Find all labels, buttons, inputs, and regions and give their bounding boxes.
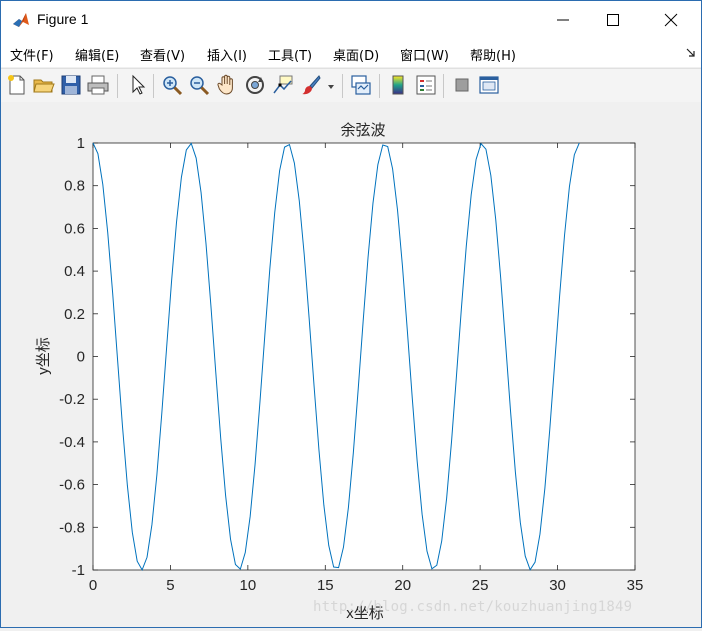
x-tick-label: 30 xyxy=(549,577,566,594)
x-tick-label: 35 xyxy=(627,577,644,594)
y-axis-label: y坐标 xyxy=(35,337,52,375)
toolbar-separator xyxy=(117,74,118,98)
menu-desktop[interactable]: 桌面(D) xyxy=(333,45,379,64)
x-tick-label: 25 xyxy=(472,577,489,594)
insert-colorbar-icon[interactable] xyxy=(386,73,410,97)
zoom-out-icon[interactable] xyxy=(187,73,211,97)
new-figure-icon[interactable] xyxy=(5,73,29,97)
open-file-icon[interactable] xyxy=(32,73,56,97)
data-cursor-icon[interactable] xyxy=(271,73,295,97)
menu-help[interactable]: 帮助(H) xyxy=(470,45,516,64)
toolbar-separator xyxy=(342,74,343,98)
y-tick-label: -0.2 xyxy=(59,391,85,408)
rotate-3d-icon[interactable] xyxy=(243,73,267,97)
x-tick-label: 10 xyxy=(240,577,257,594)
figure-canvas[interactable]: 余弦波 0 5 10 15 20 25 30 35 1 0.8 0.6 0.4 0.2 0 -0.2 -0.… xyxy=(1,102,701,627)
x-tick-label: 0 xyxy=(89,577,97,594)
figure-window: Figure 1 文件(F) 编辑(E) 查看(V) 插入(I) 工具(T) 桌… xyxy=(0,0,702,628)
minimize-button[interactable] xyxy=(540,1,586,39)
minimize-icon xyxy=(557,19,569,21)
y-tick-label: -1 xyxy=(72,562,85,579)
hide-plot-tools-icon[interactable] xyxy=(450,73,474,97)
menu-insert[interactable]: 插入(I) xyxy=(207,45,247,64)
watermark-text: http://blog.csdn.net/kouzhuanjing1849 xyxy=(313,599,633,615)
toolbar-separator xyxy=(443,74,444,98)
y-tick-label: -0.4 xyxy=(59,434,85,451)
save-icon[interactable] xyxy=(59,73,83,97)
toolbar-separator xyxy=(153,74,154,98)
menu-edit[interactable]: 编辑(E) xyxy=(75,45,119,64)
y-tick-labels: 1 0.8 0.6 0.4 0.2 0 -0.2 -0.4 -0.6 -0.8 -1 xyxy=(59,135,85,579)
y-tick-label: 0.2 xyxy=(64,306,85,323)
x-tick-label: 15 xyxy=(317,577,334,594)
plot-svg[interactable]: 余弦波 0 5 10 15 20 25 30 35 1 0.8 0.6 0.4 0.2 0 -0.2 -0.… xyxy=(1,102,701,627)
dock-arrow-icon[interactable] xyxy=(686,48,696,58)
maximize-icon xyxy=(607,14,619,26)
x-tick-label: 5 xyxy=(166,577,174,594)
menu-tools[interactable]: 工具(T) xyxy=(268,45,312,64)
menu-view[interactable]: 查看(V) xyxy=(140,45,185,64)
maximize-button[interactable] xyxy=(590,1,636,39)
close-icon xyxy=(664,13,678,27)
figure-toolbar xyxy=(1,68,701,103)
chart-title: 余弦波 xyxy=(340,121,385,139)
y-tick-label: 0.6 xyxy=(64,220,85,237)
axes-box[interactable] xyxy=(92,142,636,571)
insert-legend-icon[interactable] xyxy=(414,73,438,97)
y-tick-label: 0.8 xyxy=(64,178,85,195)
title-bar[interactable]: Figure 1 xyxy=(1,1,701,39)
toolbar-separator xyxy=(379,74,380,98)
brush-dropdown-icon[interactable] xyxy=(327,84,335,90)
menu-bar: 文件(F) 编辑(E) 查看(V) 插入(I) 工具(T) 桌面(D) 窗口(W… xyxy=(1,39,701,67)
zoom-in-icon[interactable] xyxy=(160,73,184,97)
y-tick-label: 0 xyxy=(77,349,85,366)
pan-hand-icon[interactable] xyxy=(215,73,239,97)
y-tick-label: -0.8 xyxy=(59,519,85,536)
x-tick-label: 20 xyxy=(394,577,411,594)
link-plot-icon[interactable] xyxy=(349,73,373,97)
y-tick-label: -0.6 xyxy=(59,477,85,494)
menu-file[interactable]: 文件(F) xyxy=(10,45,54,64)
y-tick-label: 0.4 xyxy=(64,263,85,280)
show-plot-tools-icon[interactable] xyxy=(477,73,501,97)
close-button[interactable] xyxy=(648,1,694,39)
y-tick-label: 1 xyxy=(77,135,85,152)
window-title: Figure 1 xyxy=(37,11,89,27)
matlab-logo-icon xyxy=(11,10,31,30)
menu-window[interactable]: 窗口(W) xyxy=(400,45,449,64)
brush-icon[interactable] xyxy=(299,73,323,97)
print-icon[interactable] xyxy=(86,73,110,97)
edit-plot-pointer-icon[interactable] xyxy=(125,73,149,97)
x-tick-labels: 0 5 10 15 20 25 30 35 xyxy=(89,577,644,594)
